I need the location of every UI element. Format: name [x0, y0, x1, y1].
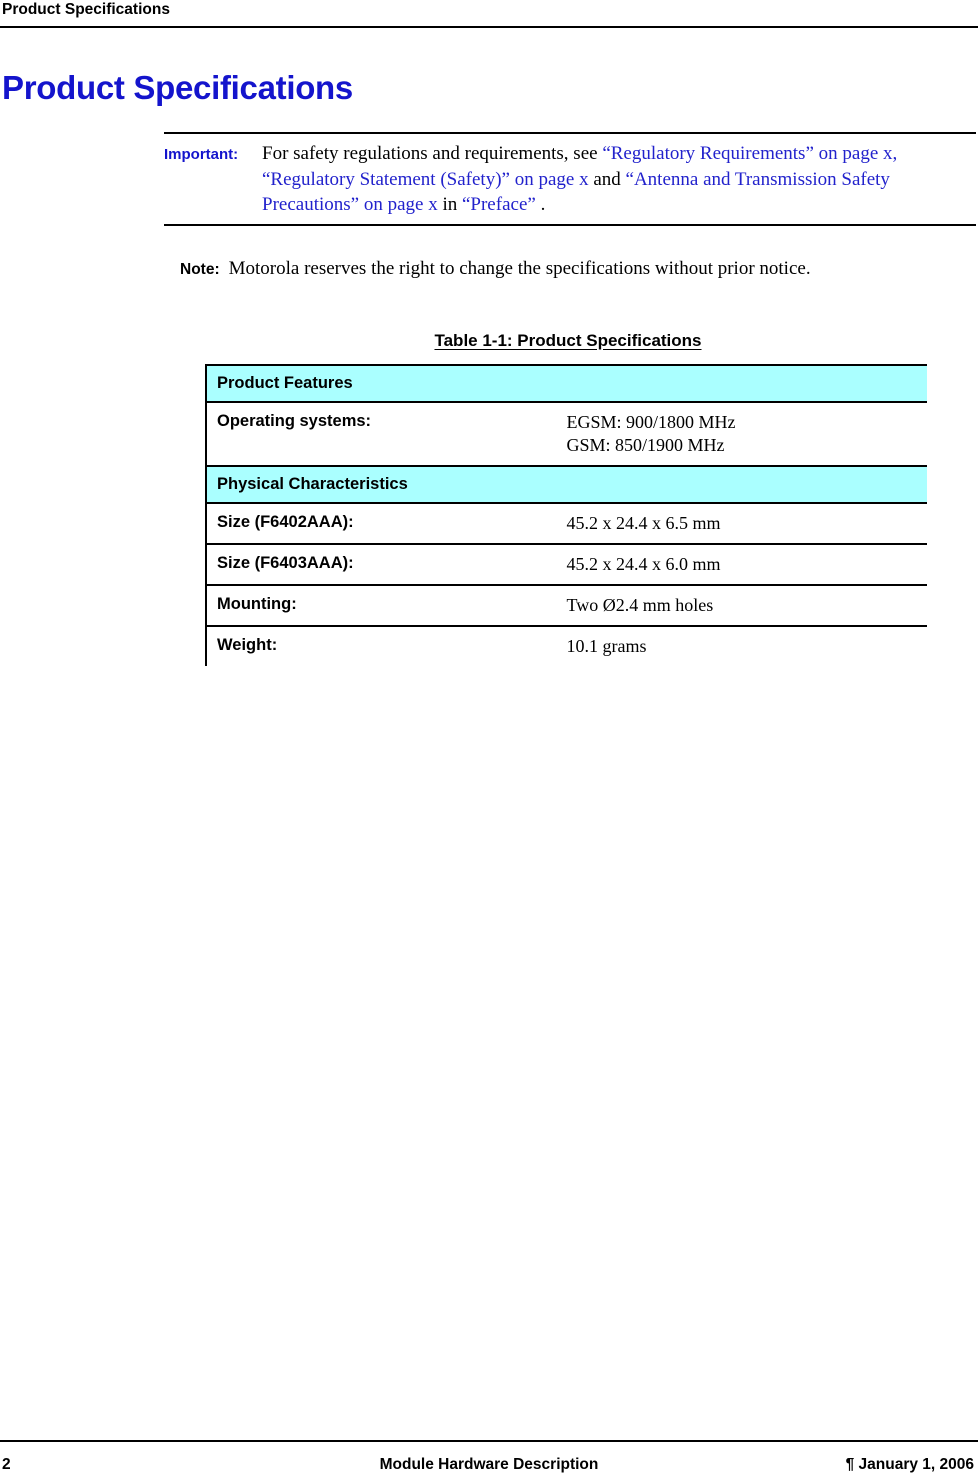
table-row: Product Features: [206, 365, 927, 403]
table-row: Operating systems: EGSM: 900/1800 MHz GSM:…: [206, 402, 927, 467]
xref-preface[interactable]: “Preface”: [462, 194, 536, 215]
footer-date: ¶ January 1, 2006: [845, 1456, 974, 1473]
table-cell-value: 45.2 x 24.4 x 6.0 mm: [566, 544, 927, 586]
table-cell-value-line: 45.2 x 24.4 x 6.0 mm: [566, 554, 721, 574]
table-row: Size (F6402AAA): 45.2 x 24.4 x 6.5 mm: [206, 503, 927, 545]
table-caption-text: Table 1-1: Product Specifications: [434, 331, 702, 350]
table-cell-value-line: GSM: 850/1900 MHz: [566, 435, 725, 455]
spec-table-body: Product Features Operating systems: EGSM: …: [206, 365, 927, 666]
page-footer: 2 Module Hardware Description ¶ January …: [0, 1420, 978, 1478]
important-callout: Important: For safety regulations and re…: [164, 132, 976, 226]
product-specifications-table: Product Features Operating systems: EGSM: …: [205, 364, 927, 666]
table-row: Mounting: Two Ø2.4 mm holes: [206, 585, 927, 627]
table-cell-label: Size (F6402AAA):: [206, 503, 567, 545]
note-label: Note:: [180, 261, 220, 278]
table-cell-value-line: EGSM: 900/1800 MHz: [566, 412, 736, 432]
header-rule: [0, 26, 978, 28]
table-cell-label: Weight:: [217, 636, 278, 654]
page-title: Product Specifications: [2, 69, 353, 106]
important-text-5: .: [535, 194, 546, 215]
note-callout: Note: Motorola reserves the right to chan…: [180, 258, 811, 280]
table-row: Physical Characteristics: [206, 466, 927, 504]
important-text-3: and: [588, 168, 626, 190]
running-header-text: Product Specifications: [2, 1, 170, 18]
important-body: For safety regulations and requirements,…: [262, 141, 976, 218]
table-cell-value: Two Ø2.4 mm holes: [566, 585, 927, 627]
table-caption: Table 1-1: Product Specifications: [205, 331, 931, 351]
table-cell-value: EGSM: 900/1800 MHz GSM: 850/1900 MHz: [566, 402, 927, 467]
table-section-header: Product Features: [206, 365, 927, 403]
important-text-1: For safety regulations and requirements,…: [262, 143, 603, 164]
table-cell-value-line: 10.1 grams: [566, 636, 647, 656]
footer-rule: [0, 1440, 978, 1442]
footer-document-title: Module Hardware Description: [379, 1456, 599, 1473]
table-row: Weight: 10.1 grams: [206, 626, 927, 666]
table-cell-value: 10.1 grams: [567, 626, 928, 666]
table-cell-value-line: 45.2 x 24.4 x 6.5 mm: [566, 513, 721, 533]
table-row: Size (F6403AAA): 45.2 x 24.4 x 6.0 mm: [206, 544, 927, 586]
spec-table-wrapper: Product Features Operating systems: EGSM: …: [205, 364, 933, 666]
table-cell-label: Operating systems:: [206, 402, 567, 467]
table-cell-label: Mounting:: [206, 585, 567, 627]
table-cell-value-line: Two Ø2.4 mm holes: [566, 595, 714, 615]
important-text-4: in: [437, 194, 462, 215]
important-label: Important:: [164, 146, 239, 163]
table-cell-value: 45.2 x 24.4 x 6.5 mm: [566, 503, 927, 545]
xref-regulatory-statement-safety[interactable]: “Regulatory Statement (Safety)” on page …: [262, 169, 589, 190]
note-text: Motorola reserves the right to change th…: [228, 258, 811, 279]
xref-regulatory-requirements[interactable]: “Regulatory Requirements” on page x,: [602, 143, 897, 164]
table-cell-label: Size (F6403AAA):: [206, 544, 567, 586]
table-section-header: Physical Characteristics: [206, 466, 927, 504]
page-header: Product Specifications: [0, 0, 978, 30]
